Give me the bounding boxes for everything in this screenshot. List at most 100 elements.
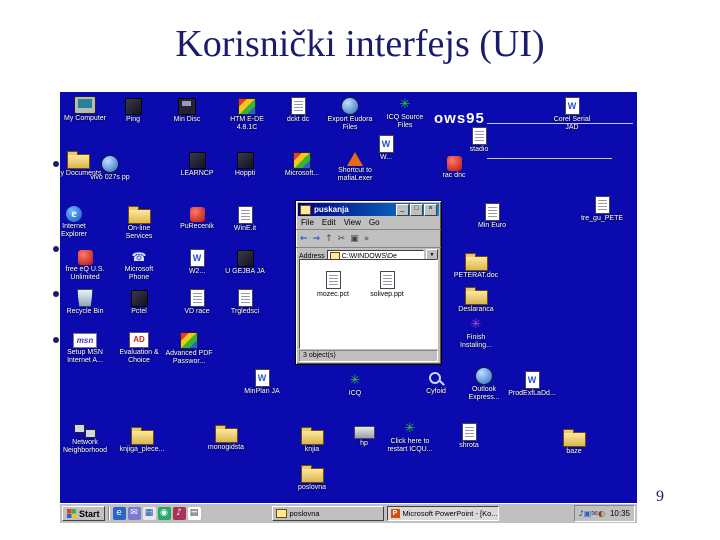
- taskbar-button[interactable]: P Microsoft PowerPoint - [Ko...: [386, 506, 499, 521]
- file-item[interactable]: mozec.pct: [310, 270, 356, 299]
- desktop-icon-hoppti[interactable]: Hoppti: [221, 150, 269, 178]
- desktop-icon-min-disc[interactable]: Min Disc: [163, 96, 211, 124]
- folder-icon: [300, 465, 324, 483]
- start-label: Start: [79, 508, 100, 519]
- desktop-icon-label: Network Neighborhood: [63, 439, 107, 454]
- desktop-icon-pctel[interactable]: Pctel: [115, 288, 163, 316]
- desktop-icon-outlook-express[interactable]: Outlook Express...: [460, 366, 508, 402]
- red-icon: [189, 207, 205, 222]
- menu-edit[interactable]: Edit: [322, 218, 336, 227]
- desktop-icon-deslaranca[interactable]: Deslaranca: [452, 286, 500, 314]
- desktop-icon-wine-it[interactable]: WinE.it: [221, 205, 269, 233]
- start-button[interactable]: Start: [62, 506, 105, 521]
- power-icon[interactable]: ◐: [598, 509, 605, 518]
- taskbar-button[interactable]: poslovna: [271, 506, 384, 521]
- desktop-icon-purecenik[interactable]: PuRecenik: [173, 205, 221, 231]
- desktop-icon-poslovna-folder[interactable]: poslovna: [288, 464, 336, 492]
- ie-icon: [66, 206, 82, 222]
- copy-icon[interactable]: ▣: [350, 234, 359, 244]
- desktop-icon-learncp[interactable]: LEARNCP: [173, 150, 221, 178]
- desktop-icon-recycle-bin[interactable]: Recycle Bin: [61, 288, 109, 316]
- channels-icon[interactable]: ◉: [157, 507, 171, 520]
- menu-go[interactable]: Go: [369, 218, 380, 227]
- outlook-mail-icon[interactable]: ✉: [127, 507, 141, 520]
- window-titlebar[interactable]: puskanja _ □ ×: [298, 203, 439, 216]
- computer-icon: [74, 96, 96, 114]
- cut-icon[interactable]: ✂: [338, 234, 346, 244]
- desktop-icon-label: knjia: [304, 446, 320, 453]
- internet-explorer-icon[interactable]: e: [112, 507, 126, 520]
- desktop-icon-label: ICQ Source Files: [386, 114, 424, 129]
- system-tray: ♪▣✉◐ 10:35: [573, 505, 635, 522]
- document-icon: [325, 271, 341, 289]
- desktop-icon-knjia[interactable]: knjia: [288, 426, 336, 454]
- desktop-icon-network-neighborhood[interactable]: Network Neighborhood: [61, 422, 109, 455]
- desktop-icon-tre-gu-pete[interactable]: tre_gu_PETE: [578, 195, 626, 223]
- desktop-icon-ping[interactable]: Ping: [109, 96, 157, 124]
- desktop-icon-wdoc-a[interactable]: W...: [362, 134, 410, 162]
- hp-icon: [353, 426, 375, 439]
- desktop-icon-vlvo-027s[interactable]: vlvo 027s pp: [86, 154, 134, 182]
- desktop-icon-cyfoid[interactable]: Cyfoid: [412, 370, 460, 396]
- desktop-icon-hp[interactable]: hp: [340, 422, 388, 448]
- desktop-icon-free-equs[interactable]: free eQ U.S. Unlimited: [61, 248, 109, 282]
- desktop-icon-rac-dnc[interactable]: rac dnc: [430, 154, 478, 180]
- taskbar-divider: [107, 507, 110, 520]
- color-icon: [238, 98, 256, 115]
- desktop-icon-export-eudora[interactable]: Export Eudora Files: [326, 96, 374, 132]
- desktop-icon-label: Pctel: [131, 308, 147, 315]
- forward-icon[interactable]: →: [313, 234, 321, 244]
- menu-file[interactable]: File: [301, 218, 314, 227]
- desktop-icon-label: Min Euro: [477, 222, 506, 229]
- desktop-icon-shrota[interactable]: shrota: [445, 422, 493, 450]
- desktop-icon-evaluation-choice[interactable]: Evaluation & Choice: [115, 330, 163, 365]
- desktop-icon-internet-explorer[interactable]: Internet Explorer: [60, 205, 98, 239]
- slide-title: Korisnički interfejs (UI): [175, 23, 545, 65]
- desktop-icon-vd-race[interactable]: VD race: [173, 288, 221, 316]
- desktop-icon-minplan[interactable]: MinPlan JA: [238, 368, 286, 396]
- overflow-chevron-icon[interactable]: »: [364, 234, 370, 244]
- desktop-icon-peterat[interactable]: PETERAT.doc: [452, 252, 500, 280]
- desktop-icon-monogidsta[interactable]: monogidsta: [202, 424, 250, 452]
- desktop-icon-label: On-line Services: [125, 225, 153, 240]
- desktop-icon-setup-msn[interactable]: Setup MSN Internet A...: [61, 330, 109, 365]
- menu-view[interactable]: View: [344, 218, 361, 227]
- desktop-icon-microsoft-app[interactable]: Microsoft...: [278, 150, 326, 178]
- desktop-icon-stadio[interactable]: stadio: [455, 126, 503, 154]
- desktop-icon-prodexf[interactable]: ProdExfLaDd...: [508, 370, 556, 398]
- back-icon[interactable]: ←: [300, 234, 308, 244]
- desktop-icon-knjiga-plece[interactable]: knjiga_plece...: [118, 426, 166, 454]
- desktop-icon-online-services[interactable]: On-line Services: [115, 205, 163, 241]
- desktop-icon-trgledsci[interactable]: Trgledsci: [221, 288, 269, 316]
- desktop-icon-corel-serial[interactable]: Corel Serial JAD: [548, 96, 596, 132]
- fax-icon[interactable]: ✉: [591, 509, 598, 518]
- desktop-icon-u-gejba[interactable]: U GEJBA JA: [221, 248, 269, 276]
- desktop-icon-htm-ede[interactable]: HTM E-DE 4.8.1C: [223, 96, 271, 132]
- desktop-icon-microsoft-phone[interactable]: Microsoft Phone: [115, 248, 163, 282]
- desktop-icon-finish-instaling[interactable]: Finish Instaling...: [452, 316, 500, 350]
- desktop-icon-restart-icq[interactable]: Click here to restart ICQU...: [386, 420, 434, 454]
- desktop-icon-icq[interactable]: ICQ: [331, 372, 379, 398]
- desktop-icon-baze[interactable]: baze: [550, 428, 598, 456]
- close-button[interactable]: ×: [424, 203, 437, 216]
- desktop-icon-w2-doc[interactable]: W2...: [173, 248, 221, 276]
- maximize-button[interactable]: □: [410, 203, 423, 216]
- taskbar-clock[interactable]: 10:35: [610, 509, 630, 518]
- desktop-icon-min-euro[interactable]: Min Euro: [468, 202, 516, 230]
- desktop-icon-label: dckt dc: [286, 116, 310, 123]
- dark-icon: [124, 98, 142, 115]
- desktop-icon-advanced-pdf[interactable]: Advanced PDF Passwor...: [165, 330, 213, 366]
- desktop-icon-my-computer[interactable]: My Computer: [61, 96, 109, 123]
- minimize-button[interactable]: _: [396, 203, 409, 216]
- wdoc-icon: [189, 249, 205, 267]
- doc-icon: [290, 97, 306, 115]
- desktop-icon-icq-source[interactable]: ICQ Source Files: [381, 96, 429, 130]
- recycle-icon: [77, 289, 93, 307]
- media-player-icon[interactable]: ♪: [172, 507, 186, 520]
- show-desktop-icon[interactable]: ▦: [142, 507, 156, 520]
- document-icon[interactable]: ▤: [187, 507, 201, 520]
- file-item[interactable]: solivep.ppt: [364, 270, 410, 299]
- up-icon[interactable]: ↑: [325, 234, 333, 244]
- desktop-icon-dckt-dc[interactable]: dckt dc: [274, 96, 322, 124]
- task-buttons: poslovna P Microsoft PowerPoint - [Ko...: [271, 506, 499, 521]
